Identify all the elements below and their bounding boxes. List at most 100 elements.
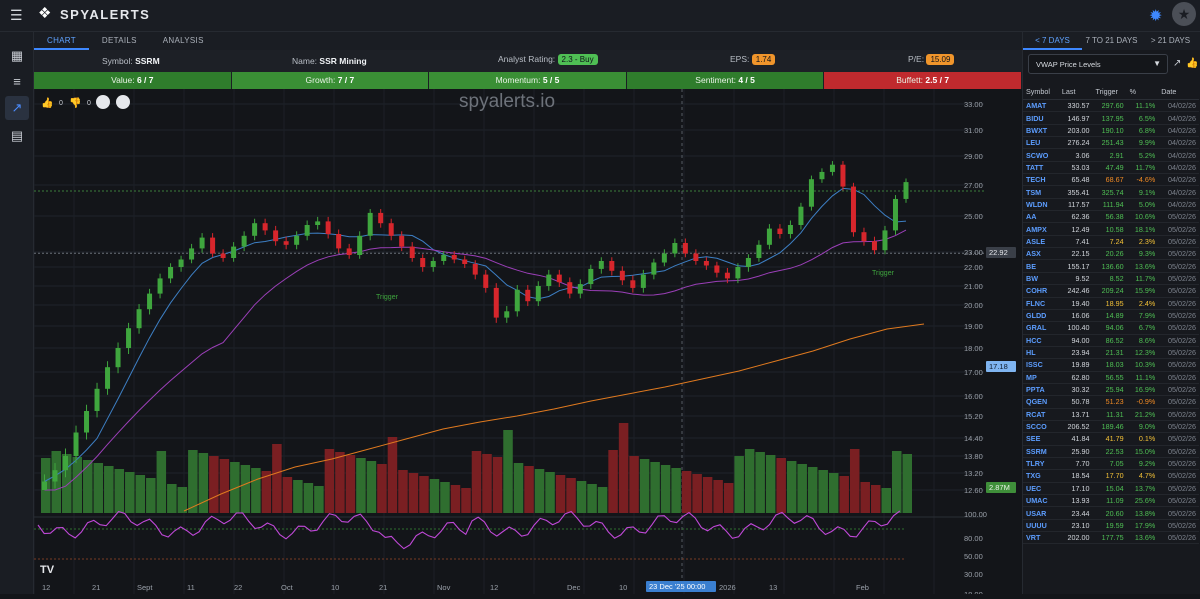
row-symbol[interactable]: TLRY [1023, 457, 1059, 471]
table-row[interactable]: COHR 242.46 209.24 15.9% 05/02/26 [1023, 284, 1199, 298]
chart-trend-icon[interactable]: ↗ [5, 96, 29, 120]
row-symbol[interactable]: MP [1023, 371, 1059, 384]
row-symbol[interactable]: BE [1023, 259, 1059, 273]
row-symbol[interactable]: ISSC [1023, 358, 1059, 372]
row-symbol[interactable]: SCCO [1023, 420, 1059, 434]
table-row[interactable]: AMAT 330.57 297.60 11.1% 04/02/26 [1023, 99, 1199, 113]
row-symbol[interactable]: GLDD [1023, 309, 1059, 323]
row-symbol[interactable]: SCWO [1023, 148, 1059, 162]
row-symbol[interactable]: UUUU [1023, 519, 1059, 533]
table-row[interactable]: MP 62.80 56.55 11.1% 05/02/26 [1023, 371, 1199, 384]
table-row[interactable]: AMPX 12.49 10.58 18.1% 05/02/26 [1023, 222, 1199, 236]
table-row[interactable]: AA 62.36 56.38 10.6% 05/02/26 [1023, 210, 1199, 224]
chart-area[interactable]: 33.00 31.00 29.00 27.00 25.00 23.00 22.00 21.00… [33, 89, 1022, 599]
row-symbol[interactable]: PPTA [1023, 383, 1059, 397]
row-symbol[interactable]: SEE [1023, 432, 1059, 446]
table-row[interactable]: BWXT 203.00 190.10 6.8% 04/02/26 [1023, 124, 1199, 138]
row-symbol[interactable]: FLNC [1023, 297, 1059, 310]
row-symbol[interactable]: BIDU [1023, 111, 1059, 125]
row-symbol[interactable]: HCC [1023, 334, 1059, 347]
list-icon[interactable]: ≡ [5, 70, 29, 94]
table-row[interactable]: WLDN 117.57 111.94 5.0% 04/02/26 [1023, 198, 1199, 212]
menu-icon[interactable]: ☰ [10, 8, 24, 22]
volume-bar [314, 486, 324, 513]
table-row[interactable]: ISSC 19.89 18.03 10.3% 05/02/26 [1023, 358, 1199, 372]
table-row[interactable]: TXG 18.54 17.70 4.7% 05/02/26 [1023, 469, 1199, 483]
row-symbol[interactable]: SSRM [1023, 445, 1059, 458]
row-symbol[interactable]: AMPX [1023, 222, 1059, 236]
table-row[interactable]: BE 155.17 136.60 13.6% 05/02/26 [1023, 259, 1199, 273]
bar-chart-icon[interactable]: ▤ [5, 124, 29, 148]
logo[interactable]: ❖ SPYALERTS [38, 6, 150, 22]
table-row[interactable]: SSRM 25.90 22.53 15.0% 05/02/26 [1023, 445, 1199, 458]
table-row[interactable]: RCAT 13.71 11.31 21.2% 05/02/26 [1023, 408, 1199, 421]
row-percent: 18.1% [1126, 222, 1159, 236]
table-row[interactable]: ASLE 7.41 7.24 2.3% 05/02/26 [1023, 235, 1199, 249]
trend-icon[interactable]: ↗ [1173, 58, 1181, 69]
row-symbol[interactable]: UMAC [1023, 494, 1059, 508]
table-row[interactable]: TSM 355.41 325.74 9.1% 04/02/26 [1023, 185, 1199, 199]
table-row[interactable]: GLDD 16.06 14.89 7.9% 05/02/26 [1023, 309, 1199, 323]
table-row[interactable]: HCC 94.00 86.52 8.6% 05/02/26 [1023, 334, 1199, 347]
thumbs-up-icon[interactable]: 👍 [1186, 58, 1198, 69]
col-symbol[interactable]: Symbol [1023, 84, 1059, 100]
row-symbol[interactable]: VRT [1023, 531, 1059, 545]
col-date[interactable]: Date [1158, 84, 1199, 100]
table-row[interactable]: TATT 53.03 47.49 11.7% 04/02/26 [1023, 161, 1199, 175]
avatar[interactable]: ★ [1172, 2, 1196, 26]
table-row[interactable]: SEE 41.84 41.79 0.1% 05/02/26 [1023, 432, 1199, 446]
row-symbol[interactable]: TXG [1023, 469, 1059, 483]
row-symbol[interactable]: HL [1023, 346, 1059, 360]
table-row[interactable]: LEU 276.24 251.43 9.9% 04/02/26 [1023, 136, 1199, 150]
table-row[interactable]: ASX 22.15 20.26 9.3% 05/02/26 [1023, 247, 1199, 261]
table-row[interactable]: PPTA 30.32 25.94 16.9% 05/02/26 [1023, 383, 1199, 397]
row-symbol[interactable]: LEU [1023, 136, 1059, 150]
table-row[interactable]: UEC 17.10 15.04 13.7% 05/02/26 [1023, 482, 1199, 496]
row-symbol[interactable]: TSM [1023, 185, 1059, 199]
table-row[interactable]: QGEN 50.78 51.23 -0.9% 05/02/26 [1023, 395, 1199, 409]
price-chart[interactable]: 33.00 31.00 29.00 27.00 25.00 23.00 22.00 21.00… [33, 89, 1022, 599]
table-row[interactable]: SCCO 206.52 189.46 9.0% 05/02/26 [1023, 420, 1199, 434]
row-symbol[interactable]: AA [1023, 210, 1059, 224]
tab-chart[interactable]: CHART [34, 32, 89, 50]
tab-7-to-21-days[interactable]: 7 TO 21 DAYS [1082, 32, 1141, 50]
tab-analysis[interactable]: ANALYSIS [150, 32, 217, 50]
row-symbol[interactable]: ASLE [1023, 235, 1059, 249]
tab-more-21-days[interactable]: > 21 DAYS [1141, 32, 1200, 50]
dashboard-icon[interactable]: ▦ [5, 44, 29, 68]
table-row[interactable]: TECH 65.48 68.67 -4.6% 04/02/26 [1023, 173, 1199, 187]
tab-details[interactable]: DETAILS [89, 32, 150, 50]
row-symbol[interactable]: BWXT [1023, 124, 1059, 138]
row-symbol[interactable]: TATT [1023, 161, 1059, 175]
table-row[interactable]: FLNC 19.40 18.95 2.4% 05/02/26 [1023, 297, 1199, 310]
row-symbol[interactable]: WLDN [1023, 198, 1059, 212]
theme-toggle-icon[interactable]: ✹ [1149, 6, 1162, 26]
table-row[interactable]: VRT 202.00 177.75 13.6% 05/02/26 [1023, 531, 1199, 545]
table-row[interactable]: HL 23.94 21.31 12.3% 05/02/26 [1023, 346, 1199, 360]
row-symbol[interactable]: GRAL [1023, 321, 1059, 335]
row-symbol[interactable]: AMAT [1023, 99, 1059, 113]
table-row[interactable]: BIDU 146.97 137.95 6.5% 04/02/26 [1023, 111, 1199, 125]
oscillator-tick-label: 50.00 [964, 552, 983, 561]
col-last[interactable]: Last [1058, 84, 1093, 100]
row-symbol[interactable]: COHR [1023, 284, 1059, 298]
row-symbol[interactable]: BW [1023, 272, 1059, 286]
table-row[interactable]: UUUU 23.10 19.59 17.9% 05/02/26 [1023, 519, 1199, 533]
row-symbol[interactable]: TECH [1023, 173, 1059, 187]
col-trigger[interactable]: Trigger [1092, 84, 1127, 100]
row-symbol[interactable]: ASX [1023, 247, 1059, 261]
indicator-select[interactable]: VWAP Price Levels ▼ [1028, 54, 1168, 74]
tab-less-7-days[interactable]: < 7 DAYS [1023, 32, 1082, 50]
col-percent[interactable]: % [1126, 84, 1159, 100]
table-row[interactable]: UMAC 13.93 11.09 25.6% 05/02/26 [1023, 494, 1199, 508]
row-symbol[interactable]: RCAT [1023, 408, 1059, 421]
table-row[interactable]: TLRY 7.70 7.05 9.2% 05/02/26 [1023, 457, 1199, 471]
table-row[interactable]: SCWO 3.06 2.91 5.2% 04/02/26 [1023, 148, 1199, 162]
row-symbol[interactable]: USAR [1023, 506, 1059, 520]
table-row[interactable]: USAR 23.44 20.60 13.8% 05/02/26 [1023, 506, 1199, 520]
candle [840, 164, 846, 187]
table-row[interactable]: BW 9.52 8.52 11.7% 05/02/26 [1023, 272, 1199, 286]
table-row[interactable]: GRAL 100.40 94.06 6.7% 05/02/26 [1023, 321, 1199, 335]
row-symbol[interactable]: UEC [1023, 482, 1059, 496]
row-symbol[interactable]: QGEN [1023, 395, 1059, 409]
